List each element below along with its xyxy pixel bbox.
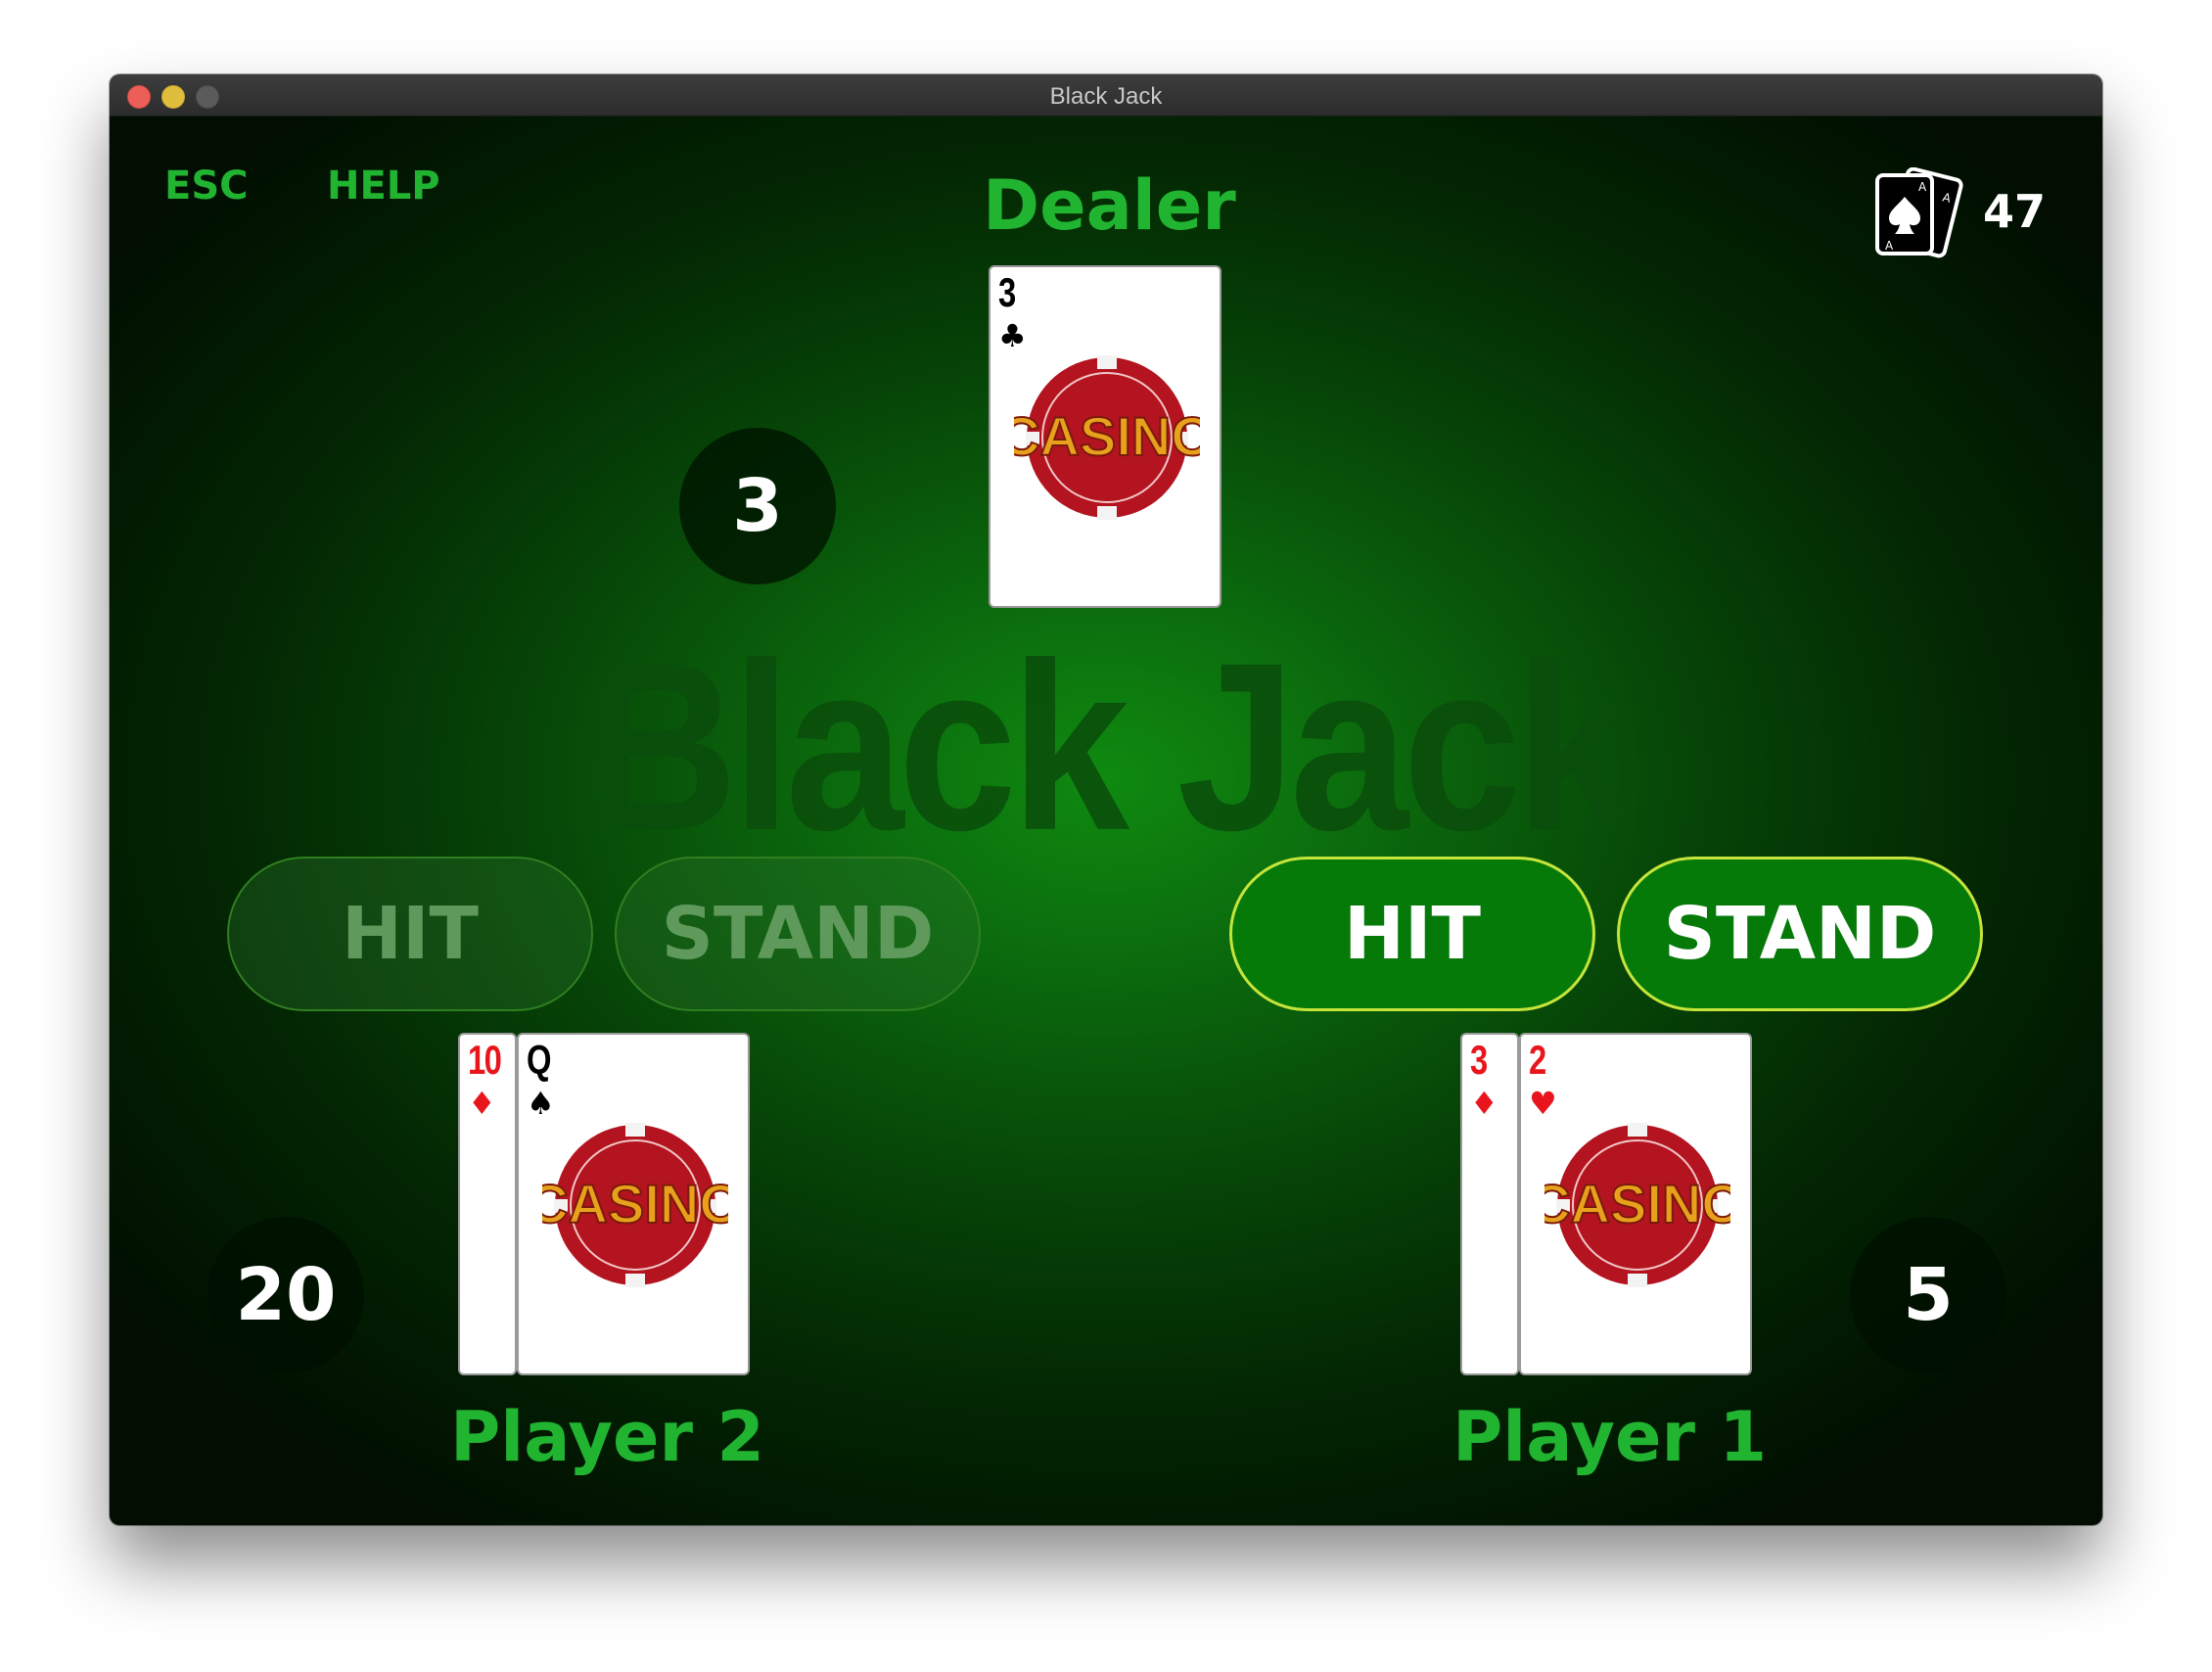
svg-text:A: A xyxy=(1918,180,1927,194)
svg-text:A: A xyxy=(1885,239,1894,253)
card-rank: Q xyxy=(527,1037,551,1083)
esc-button[interactable]: ESC xyxy=(164,163,249,209)
chip-text: CASINO xyxy=(542,1173,728,1234)
player2-stand-button[interactable]: STAND xyxy=(615,857,981,1011)
casino-chip-logo: CASINO xyxy=(542,1123,728,1287)
player1-score: 5 xyxy=(1850,1217,2006,1373)
player2-score: 20 xyxy=(207,1217,364,1373)
player1-stand-button[interactable]: STAND xyxy=(1617,857,1983,1011)
chip-text: CASINO xyxy=(1014,405,1200,467)
player2-hit-button[interactable]: HIT xyxy=(227,857,593,1011)
dealer-label: Dealer xyxy=(983,165,1236,246)
title-bar[interactable]: Black Jack xyxy=(110,74,2102,116)
window-title: Black Jack xyxy=(1049,83,1163,110)
card-suit-spade-icon: ♠ xyxy=(527,1085,555,1122)
chip-text: CASINO xyxy=(1544,1173,1730,1234)
dealer-score: 3 xyxy=(679,428,836,584)
card-suit-diamond-icon: ♦ xyxy=(468,1085,496,1122)
card-rank: 10 xyxy=(468,1037,502,1083)
player1-hit-button[interactable]: HIT xyxy=(1229,857,1595,1011)
casino-chip-logo: CASINO xyxy=(1544,1123,1730,1287)
player1-card-2: 2 ♥ CASINO xyxy=(1519,1033,1752,1375)
card-rank: 3 xyxy=(998,269,1016,315)
card-suit-club-icon: ♣ xyxy=(998,317,1027,354)
player2-card-1: 10 ♦ xyxy=(458,1033,517,1375)
player2-card-2: Q ♠ CASINO xyxy=(517,1033,750,1375)
card-suit-heart-icon: ♥ xyxy=(1529,1085,1557,1122)
player2-label: Player 2 xyxy=(450,1397,765,1477)
card-rank: 3 xyxy=(1470,1037,1488,1083)
card-suit-diamond-icon: ♦ xyxy=(1470,1085,1498,1122)
game-table: Black Jack ESC HELP Dealer A A A 47 3 3 … xyxy=(110,116,2102,1525)
casino-chip-logo: CASINO xyxy=(1014,355,1200,520)
help-button[interactable]: HELP xyxy=(327,163,440,209)
deck-count: 47 xyxy=(1983,185,2047,238)
card-rank: 2 xyxy=(1529,1037,1546,1083)
dealer-card: 3 ♣ CASINO xyxy=(989,265,1221,608)
deck-of-cards-icon: A A A xyxy=(1875,167,1963,258)
player1-card-1: 3 ♦ xyxy=(1460,1033,1519,1375)
player1-label: Player 1 xyxy=(1452,1397,1768,1477)
app-window: Black Jack Black Jack ESC HELP Dealer A … xyxy=(110,74,2102,1525)
table-watermark: Black Jack xyxy=(583,614,1634,881)
